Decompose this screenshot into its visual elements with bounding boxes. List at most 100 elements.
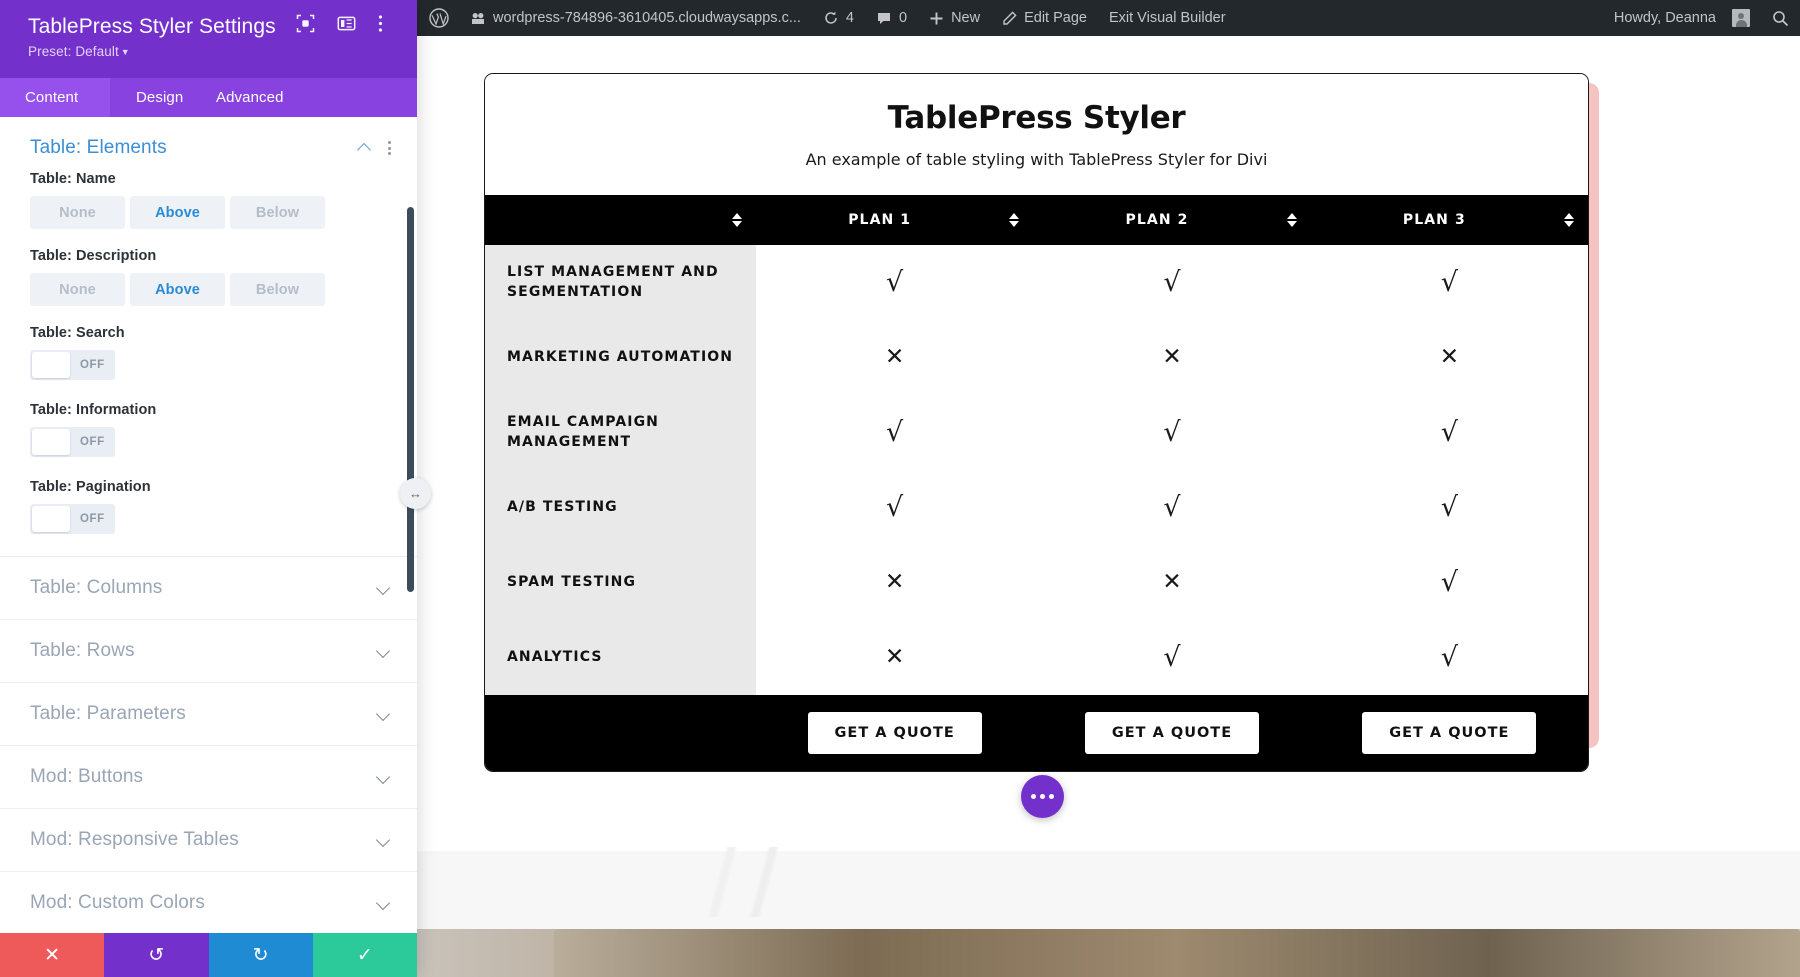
site-name-menu[interactable]: wordpress-784896-3610405.cloudwaysapps.c…: [459, 0, 812, 36]
layout-panel-icon[interactable]: [337, 14, 356, 33]
settings-panel: TablePress Styler Settings Preset: Defau…: [0, 0, 417, 977]
tab-content[interactable]: Content: [0, 78, 110, 117]
pricing-table: PLAN 1 PLAN 2 PLAN 3 LIST MANAGEMENT AND…: [485, 195, 1588, 695]
chevron-down-icon[interactable]: [377, 584, 391, 593]
settings-body: Table: Elements Table: Name None Above B…: [0, 117, 417, 933]
field-table-search: Table: Search OFF: [0, 325, 417, 383]
field-label-table-description: Table: Description: [30, 248, 157, 264]
check-icon: √: [1163, 492, 1181, 523]
cell-plan-2: √: [1033, 470, 1311, 545]
option-above[interactable]: Above: [130, 273, 225, 306]
table-row: EMAIL CAMPAIGN MANAGEMENT √ √ √: [485, 395, 1588, 470]
preset-selector[interactable]: Preset: Default ▼: [28, 44, 395, 59]
section-table-parameters[interactable]: Table: Parameters: [0, 683, 417, 746]
redo-button[interactable]: ↻: [208, 933, 313, 977]
option-above[interactable]: Above: [130, 196, 225, 229]
section-table-rows[interactable]: Table: Rows: [0, 620, 417, 683]
chevron-down-icon[interactable]: [377, 836, 391, 845]
search-button[interactable]: [1761, 0, 1800, 36]
more-options-icon[interactable]: [1021, 775, 1064, 818]
cancel-button[interactable]: ✕: [0, 933, 105, 977]
preset-label: Preset: Default: [28, 44, 119, 59]
search-icon: [1772, 10, 1789, 27]
toggle-table-search[interactable]: OFF: [30, 350, 115, 380]
page-lower-section: [417, 847, 1800, 977]
chevron-down-icon[interactable]: [377, 899, 391, 908]
wp-logo-button[interactable]: [417, 0, 459, 36]
get-a-quote-button-plan-1[interactable]: GET A QUOTE: [807, 712, 982, 754]
focus-target-icon[interactable]: [296, 14, 315, 33]
tab-advanced[interactable]: Advanced: [190, 78, 300, 117]
column-header-plan-1[interactable]: PLAN 1: [756, 195, 1034, 245]
table-description: An example of table styling with TablePr…: [805, 150, 1268, 169]
row-feature-label: MARKETING AUTOMATION: [485, 320, 756, 395]
settings-footer: ✕ ↺ ↻ ✓: [0, 933, 417, 977]
field-label-table-search: Table: Search: [30, 325, 125, 341]
cell-plan-1: ✕: [756, 320, 1034, 395]
tab-design[interactable]: Design: [110, 78, 190, 117]
section-mod-custom-colors[interactable]: Mod: Custom Colors: [0, 872, 417, 933]
option-none[interactable]: None: [30, 196, 125, 229]
section-label: Table: Columns: [30, 577, 163, 598]
section-table-elements-header[interactable]: Table: Elements: [0, 117, 417, 171]
column-header-plan-2[interactable]: PLAN 2: [1033, 195, 1311, 245]
settings-scrollbar[interactable]: [407, 207, 414, 592]
sort-toggle-plan-1[interactable]: [1009, 213, 1020, 227]
check-icon: √: [1440, 567, 1458, 598]
check-icon: √: [886, 267, 904, 298]
redo-icon: ↻: [252, 944, 269, 966]
account-menu[interactable]: Howdy, Deanna: [1603, 0, 1761, 36]
cell-plan-3: √: [1310, 545, 1588, 620]
kebab-menu-icon[interactable]: [378, 14, 397, 33]
section-kebab-menu-icon[interactable]: [388, 141, 391, 155]
section-mod-responsive-tables[interactable]: Mod: Responsive Tables: [0, 809, 417, 872]
table-header-row: PLAN 1 PLAN 2 PLAN 3: [485, 195, 1588, 245]
site-name-label: wordpress-784896-3610405.cloudwaysapps.c…: [493, 10, 801, 26]
cell-plan-3: √: [1310, 470, 1588, 545]
check-icon: √: [1440, 492, 1458, 523]
option-none[interactable]: None: [30, 273, 125, 306]
save-button[interactable]: ✓: [312, 933, 417, 977]
column-header-feature[interactable]: [485, 195, 756, 245]
panel-resize-handle[interactable]: ↔: [400, 478, 431, 509]
option-below[interactable]: Below: [230, 196, 325, 229]
get-a-quote-button-plan-3[interactable]: GET A QUOTE: [1362, 712, 1537, 754]
chevron-down-icon[interactable]: [377, 647, 391, 656]
field-table-information: Table: Information OFF: [0, 402, 417, 460]
get-a-quote-button-plan-2[interactable]: GET A QUOTE: [1084, 712, 1260, 754]
edit-page-button[interactable]: Edit Page: [991, 0, 1098, 36]
sort-toggle-feature[interactable]: [732, 213, 742, 227]
chevron-down-icon[interactable]: [377, 710, 391, 719]
chevron-up-icon[interactable]: [358, 144, 372, 153]
chevron-down-icon[interactable]: [377, 773, 391, 782]
toggle-state-label: OFF: [80, 436, 105, 448]
pencil-icon: [1002, 10, 1017, 26]
column-header-plan-3[interactable]: PLAN 3: [1310, 195, 1588, 245]
new-content-button[interactable]: New: [918, 0, 991, 36]
table-footer: GET A QUOTE GET A QUOTE GET A QUOTE: [485, 695, 1588, 771]
row-feature-label: ANALYTICS: [485, 620, 756, 695]
row-feature-label: A/B TESTING: [485, 470, 756, 545]
toggle-table-pagination[interactable]: OFF: [30, 504, 115, 534]
section-mod-buttons[interactable]: Mod: Buttons: [0, 746, 417, 809]
table-row: ANALYTICS ✕ √ √: [485, 620, 1588, 695]
check-icon: √: [886, 417, 904, 448]
sort-toggle-plan-3[interactable]: [1564, 213, 1574, 227]
section-table-columns[interactable]: Table: Columns: [0, 557, 417, 620]
option-below[interactable]: Below: [230, 273, 325, 306]
dashboard-house-icon: [470, 10, 486, 26]
updates-button[interactable]: 4: [812, 0, 865, 36]
cell-plan-2: ✕: [1033, 320, 1311, 395]
check-icon: √: [886, 492, 904, 523]
table-row: LIST MANAGEMENT AND SEGMENTATION √ √ √: [485, 245, 1588, 320]
cell-plan-3: √: [1310, 620, 1588, 695]
new-label: New: [951, 10, 981, 26]
cross-icon: ✕: [885, 644, 905, 670]
undo-button[interactable]: ↺: [104, 933, 209, 977]
toggle-table-information[interactable]: OFF: [30, 427, 115, 457]
exit-visual-builder-button[interactable]: Exit Visual Builder: [1098, 0, 1237, 36]
row-feature-label: LIST MANAGEMENT AND SEGMENTATION: [485, 245, 756, 320]
comments-button[interactable]: 0: [865, 0, 918, 36]
sort-toggle-plan-2[interactable]: [1286, 213, 1297, 227]
decorative-lines: [537, 847, 937, 917]
